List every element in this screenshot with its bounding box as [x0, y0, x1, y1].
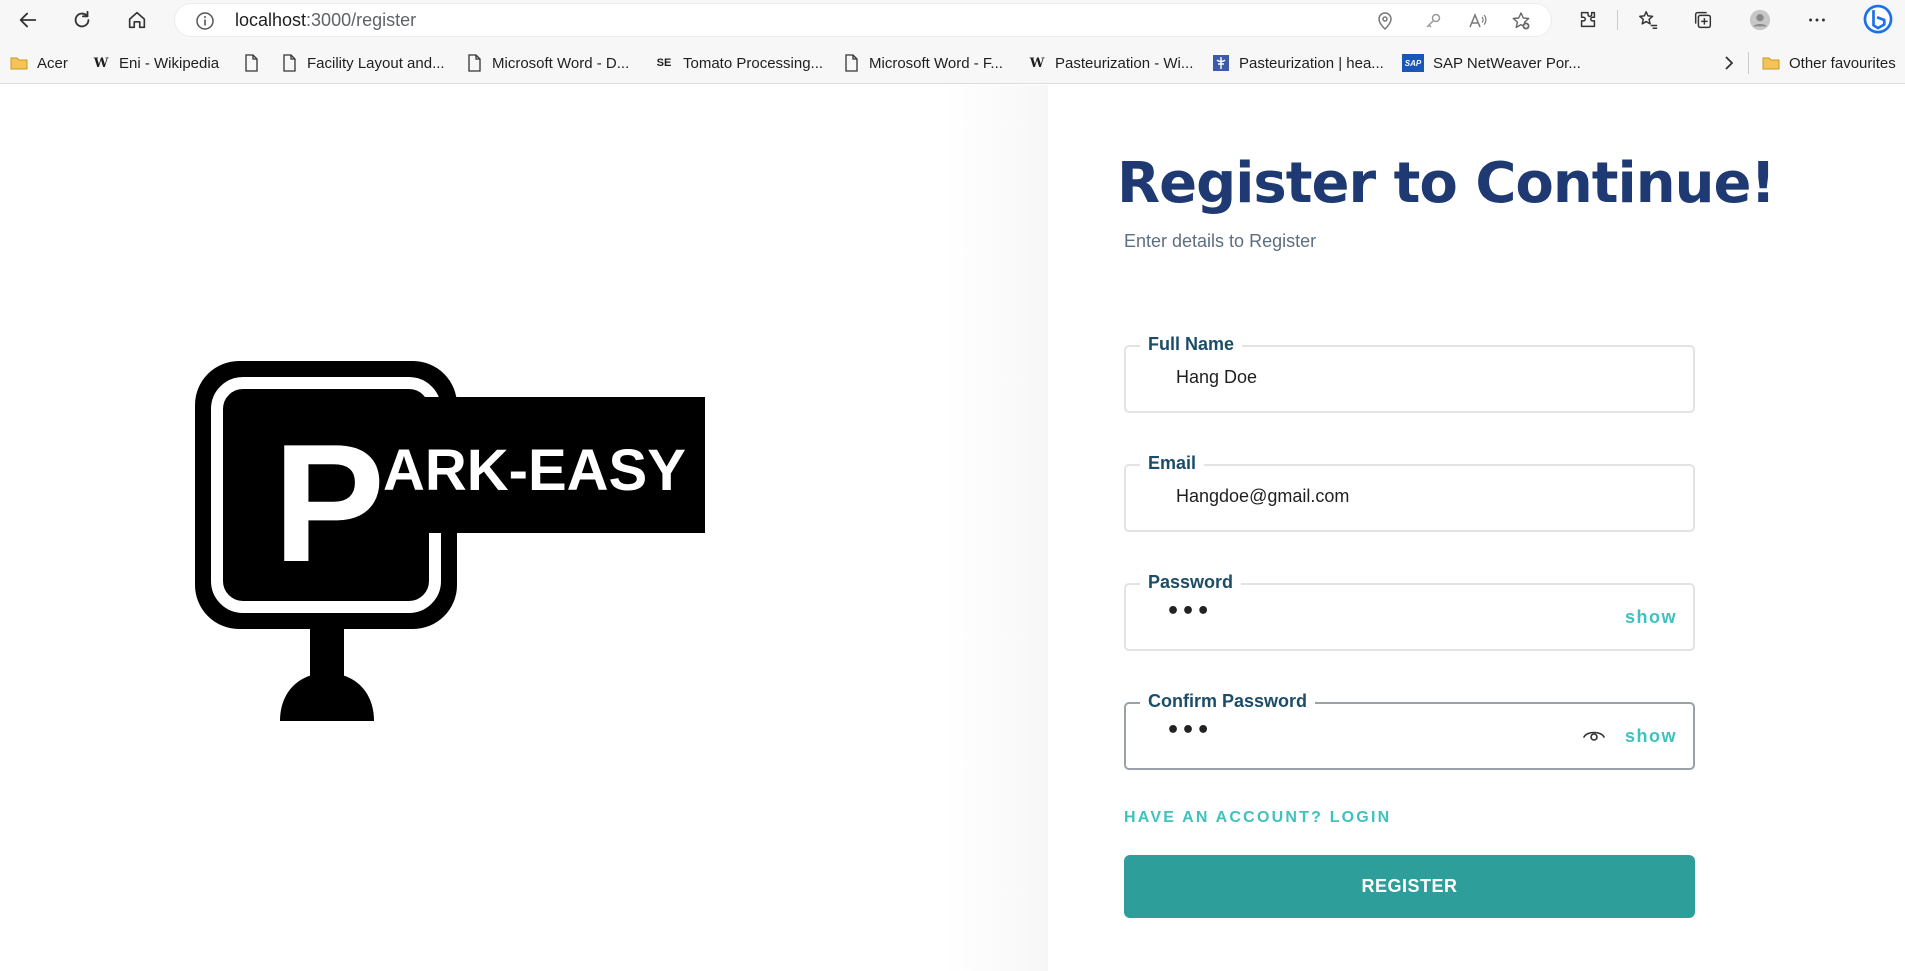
bookmark-ms-word-f[interactable]: Microsoft Word - F...	[842, 52, 1003, 74]
full-name-field[interactable]: Full Name Hang Doe	[1124, 334, 1695, 413]
bookmark-label: Facility Layout and...	[307, 54, 445, 72]
bookmark-blank-page[interactable]	[242, 52, 269, 74]
wikipedia-icon: W	[1029, 55, 1045, 71]
profile-avatar-icon[interactable]	[1744, 4, 1776, 36]
bookmark-label: Eni - Wikipedia	[119, 54, 220, 72]
address-bar[interactable]: localhost:3000/register	[174, 3, 1552, 37]
bookmark-eni-wikipedia[interactable]: W Eni - Wikipedia	[92, 52, 219, 74]
password-label: Password	[1140, 572, 1242, 593]
key-icon[interactable]	[1423, 11, 1443, 31]
url-text: localhost:3000/register	[235, 10, 416, 31]
page-title: Register to Continue!	[1117, 151, 1776, 216]
confirm-password-input[interactable]: •••	[1166, 718, 1211, 743]
location-icon[interactable]	[1375, 11, 1395, 31]
confirm-password-show-toggle[interactable]: show	[1625, 726, 1677, 747]
site-icon	[1212, 54, 1230, 72]
back-icon[interactable]	[12, 4, 44, 36]
browser-toolbar: localhost:3000/register	[0, 0, 1905, 40]
bookmark-facility-layout[interactable]: Facility Layout and...	[280, 52, 445, 74]
bookmark-label: Pasteurization | hea...	[1239, 54, 1384, 72]
confirm-password-label: Confirm Password	[1140, 691, 1316, 712]
more-options-icon[interactable]	[1801, 4, 1833, 36]
register-page: P ARK-EASY Register to Continue! Enter d…	[0, 85, 1905, 971]
folder-icon	[1762, 54, 1780, 72]
bookmark-label: Microsoft Word - D...	[492, 54, 630, 72]
bookmark-pasteurization-health[interactable]: Pasteurization | hea...	[1212, 52, 1384, 74]
bookmark-label: SAP NetWeaver Por...	[1433, 54, 1581, 72]
page-icon	[842, 54, 860, 72]
se-icon: SE	[656, 57, 672, 69]
extensions-icon[interactable]	[1572, 4, 1604, 36]
folder-icon	[10, 54, 28, 72]
bookmark-pasteurization-wiki[interactable]: W Pasteurization - Wi...	[1028, 52, 1194, 74]
bookmarks-bar: Acer W Eni - Wikipedia Facility Layout a…	[0, 40, 1905, 84]
bookmark-label: Microsoft Word - F...	[869, 54, 1003, 72]
bookmark-sap-netweaver[interactable]: SAP SAP NetWeaver Por...	[1402, 52, 1581, 74]
bookmark-label: Acer	[37, 54, 68, 72]
email-input[interactable]: Hangdoe@gmail.com	[1176, 486, 1349, 507]
bookmark-tomato-processing[interactable]: SE Tomato Processing...	[654, 52, 823, 74]
page-icon	[465, 54, 483, 72]
bookmark-acer[interactable]: Acer	[10, 52, 68, 74]
login-link[interactable]: HAVE AN ACCOUNT? LOGIN	[1124, 809, 1391, 827]
email-label: Email	[1140, 453, 1205, 474]
add-favourite-icon[interactable]	[1511, 11, 1531, 31]
bookmarks-divider	[1748, 52, 1749, 74]
confirm-password-field[interactable]: Confirm Password ••• show	[1124, 691, 1695, 770]
password-field[interactable]: Password ••• show	[1124, 572, 1695, 651]
logo-pane: P ARK-EASY	[0, 85, 1048, 971]
full-name-label: Full Name	[1140, 334, 1243, 355]
bookmark-label: Tomato Processing...	[683, 54, 824, 72]
bing-copilot-icon[interactable]	[1858, 0, 1898, 40]
site-info-icon[interactable]	[195, 11, 215, 31]
password-input[interactable]: •••	[1166, 599, 1211, 624]
park-easy-logo: P ARK-EASY	[195, 361, 705, 721]
wikipedia-icon: W	[93, 55, 109, 71]
favourites-icon[interactable]	[1632, 4, 1664, 36]
url-path: :3000/register	[306, 10, 417, 30]
collections-icon[interactable]	[1687, 4, 1719, 36]
bookmark-other-favourites[interactable]: Other favourites	[1762, 52, 1896, 74]
logo-letter: P	[273, 409, 385, 597]
logo-text: ARK-EASY	[383, 438, 686, 503]
email-field[interactable]: Email Hangdoe@gmail.com	[1124, 453, 1695, 532]
eye-icon[interactable]	[1583, 727, 1605, 743]
toolbar-divider	[1617, 10, 1618, 30]
refresh-icon[interactable]	[66, 4, 98, 36]
register-button[interactable]: REGISTER	[1124, 855, 1695, 918]
bookmark-label: Other favourites	[1789, 54, 1896, 72]
home-icon[interactable]	[121, 4, 153, 36]
password-show-toggle[interactable]: show	[1625, 607, 1677, 628]
bookmark-label: Pasteurization - Wi...	[1055, 54, 1194, 72]
page-icon	[280, 54, 298, 72]
page-icon	[242, 54, 260, 72]
full-name-input[interactable]: Hang Doe	[1176, 367, 1257, 388]
bookmarks-overflow-chevron-icon[interactable]	[1720, 52, 1738, 74]
page-subtitle: Enter details to Register	[1124, 231, 1317, 251]
bookmark-ms-word-d[interactable]: Microsoft Word - D...	[465, 52, 629, 74]
url-host: localhost	[235, 10, 307, 30]
sap-icon: SAP	[1402, 54, 1424, 72]
read-aloud-icon[interactable]	[1467, 11, 1487, 31]
